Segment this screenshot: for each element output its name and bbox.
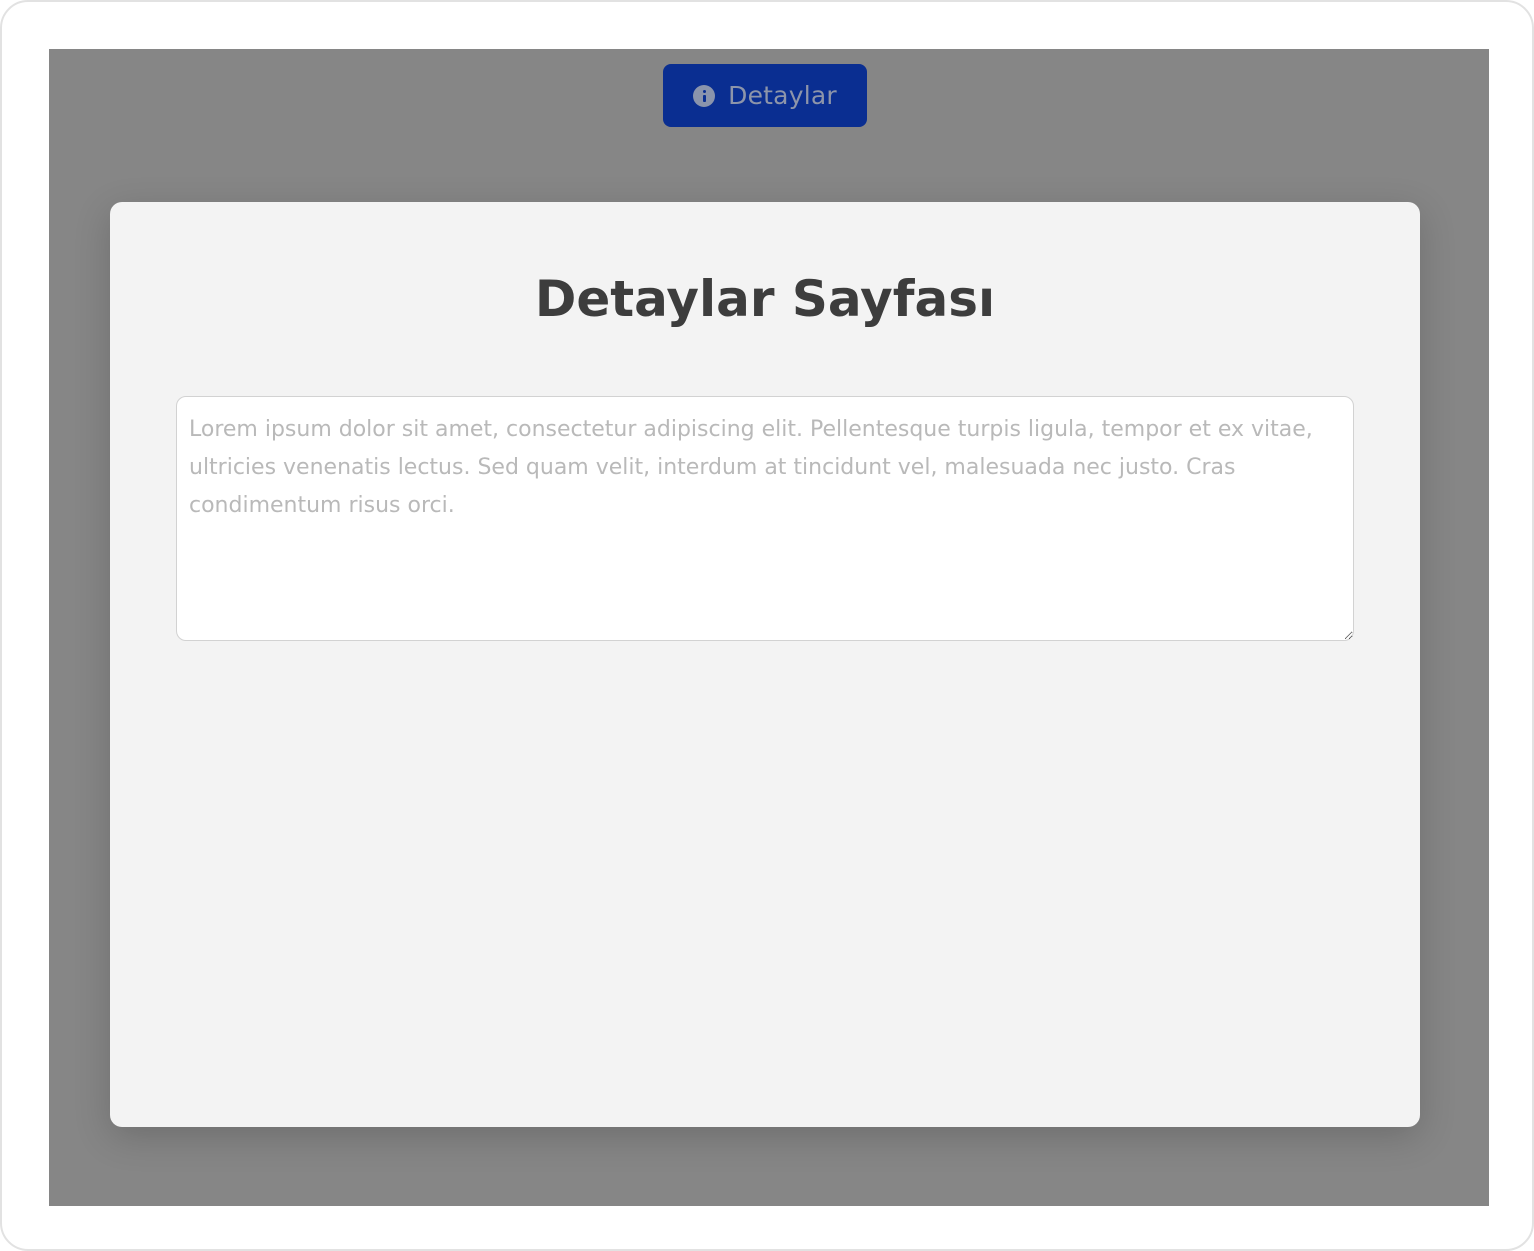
info-circle-icon — [693, 84, 716, 107]
details-button-label: Detaylar — [728, 81, 837, 110]
details-modal: Detaylar Sayfası — [110, 202, 1420, 1127]
details-button[interactable]: Detaylar — [663, 64, 867, 127]
modal-overlay: Detaylar Detaylar Sayfası — [49, 49, 1489, 1206]
window-frame: Detaylar Detaylar Sayfası — [0, 0, 1534, 1251]
details-textarea[interactable] — [176, 396, 1354, 641]
page-title: Detaylar Sayfası — [534, 270, 996, 328]
